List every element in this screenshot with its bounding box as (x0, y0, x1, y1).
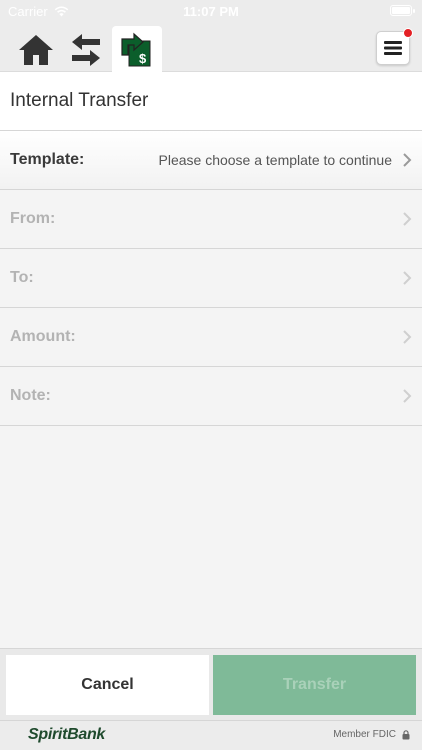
action-bar: Cancel Transfer (0, 648, 422, 720)
note-label: Note: (10, 387, 51, 404)
fdic-notice: Member FDIC (333, 729, 410, 740)
from-label: From: (10, 210, 56, 227)
battery-icon (390, 5, 415, 16)
lock-icon (402, 729, 410, 739)
template-value: Please choose a template to continue (158, 152, 393, 168)
internal-transfer-tab[interactable]: $ (112, 26, 162, 72)
template-label: Template: (10, 151, 85, 168)
to-row[interactable]: To: (0, 249, 422, 308)
clock: 11:07 PM (183, 4, 239, 19)
menu-button[interactable] (376, 28, 413, 65)
bottom-bar: SpiritBank Member FDIC (0, 720, 422, 750)
cancel-button[interactable]: Cancel (6, 655, 209, 715)
amount-label: Amount: (10, 328, 76, 345)
transfer-arrows-icon (72, 34, 100, 66)
chevron-right-icon (403, 330, 412, 344)
home-icon (19, 35, 53, 65)
fdic-label: Member FDIC (333, 729, 396, 740)
svg-text:$: $ (139, 51, 147, 66)
chevron-right-icon (403, 271, 412, 285)
note-row[interactable]: Note: (0, 367, 422, 426)
chevron-right-icon (403, 389, 412, 403)
status-bar: Carrier 11:07 PM (0, 0, 422, 22)
to-label: To: (10, 269, 34, 286)
amount-row[interactable]: Amount: (0, 308, 422, 367)
chevron-right-icon (403, 153, 412, 167)
chevron-right-icon (403, 212, 412, 226)
transfers-button[interactable] (64, 28, 108, 72)
hamburger-menu-icon (384, 41, 402, 55)
spiritbank-logo: SpiritBank (28, 726, 106, 743)
home-button[interactable] (14, 28, 58, 72)
transfer-button[interactable]: Transfer (213, 655, 416, 715)
notification-dot (403, 28, 413, 38)
from-row[interactable]: From: (0, 190, 422, 249)
internal-transfer-icon: $ (121, 32, 151, 67)
page-title: Internal Transfer (0, 72, 422, 131)
template-row[interactable]: Template: Please choose a template to co… (0, 131, 422, 190)
top-navigation: $ (0, 22, 422, 72)
